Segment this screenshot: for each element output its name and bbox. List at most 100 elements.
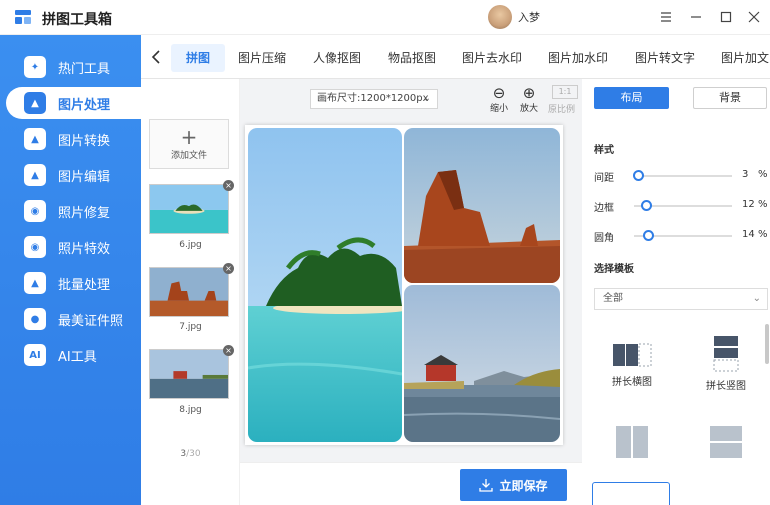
slider-unit: %: [758, 229, 768, 240]
tab-remove-watermark[interactable]: 图片去水印: [462, 49, 522, 66]
remove-file-icon[interactable]: ×: [223, 263, 234, 274]
tab-background[interactable]: 背景: [693, 87, 767, 109]
sidebar-item-label: 图片转换: [58, 133, 111, 149]
slider-knob[interactable]: [633, 170, 645, 181]
template-vertical-long[interactable]: 拼长竖图: [686, 335, 766, 392]
photo-effect-icon: ◉: [24, 236, 46, 258]
sidebar-item-image-process[interactable]: ▲ 图片处理: [6, 87, 141, 119]
sidebar-item-image-edit[interactable]: ▲ 图片编辑: [6, 159, 141, 191]
bottom-bar: 立即保存: [240, 462, 582, 505]
collage-cell-island[interactable]: [248, 128, 402, 442]
slider-knob[interactable]: [641, 200, 653, 211]
user-account[interactable]: 入梦: [488, 5, 540, 29]
template-two-rows-icon: [710, 426, 742, 458]
sidebar-item-photo-effect[interactable]: ◉ 照片特效: [6, 231, 141, 263]
back-icon[interactable]: [149, 49, 163, 65]
border-slider[interactable]: 边框 12 %: [594, 198, 768, 214]
image-edit-icon: ▲: [24, 164, 46, 186]
settings-panel: 布局 背景 样式 间距 3 % 边框 12 % 圆角 14 % 选择模板 全部 …: [582, 79, 770, 505]
zoom-out-button[interactable]: ⊖ 缩小: [486, 85, 512, 114]
canvas-size-value: 画布尺寸:1200*1200px: [317, 93, 429, 104]
sidebar-item-label: 热门工具: [58, 61, 111, 77]
chevron-down-icon: ⌄: [422, 93, 431, 104]
avatar[interactable]: [488, 5, 512, 29]
image-process-icon: ▲: [24, 92, 46, 114]
collage-cell-desert[interactable]: [404, 128, 560, 283]
template-two-columns-icon: [616, 426, 648, 458]
style-section-title: 样式: [594, 145, 614, 156]
template-horizontal-long[interactable]: 拼长横图: [592, 341, 672, 388]
tab-portrait-cutout[interactable]: 人像抠图: [313, 49, 361, 66]
collage-cell-lake-house[interactable]: [404, 285, 560, 442]
canvas-size-select[interactable]: 画布尺寸:1200*1200px ⌄: [310, 89, 438, 109]
tab-add-text[interactable]: 图片加文: [721, 49, 769, 66]
original-ratio-label: 原比例: [548, 105, 576, 115]
slider-track[interactable]: [634, 175, 732, 177]
file-name: 8.jpg: [179, 405, 202, 415]
tool-tabs: 拼图 图片压缩 人像抠图 物品抠图 图片去水印 图片加水印 图片转文字 图片加文: [141, 35, 770, 79]
file-counter: 3/30: [141, 449, 240, 459]
title-bar: 拼图工具箱 入梦: [0, 0, 770, 35]
template-two-rows[interactable]: [686, 425, 766, 463]
menu-icon[interactable]: [656, 7, 676, 27]
file-limit: /30: [186, 449, 201, 459]
sidebar-item-ai[interactable]: AI AI工具: [6, 339, 141, 371]
file-list: + 添加文件 × 6.jpg × 7.jpg × 8.jpg 3/30: [141, 79, 240, 505]
ai-icon: AI: [24, 344, 46, 366]
slider-label: 边框: [594, 203, 614, 214]
slider-value: 14: [742, 229, 755, 240]
sidebar-item-label: 最美证件照: [58, 313, 124, 329]
remove-file-icon[interactable]: ×: [223, 345, 234, 356]
close-icon[interactable]: [744, 7, 764, 27]
app-logo-icon: [14, 8, 32, 26]
zoom-out-label: 缩小: [489, 104, 508, 114]
template-filter-select[interactable]: 全部 ⌄: [594, 288, 768, 310]
canvas-area: 画布尺寸:1200*1200px ⌄ ⊖ 缩小 ⊕ 放大 1:1 原比例: [240, 79, 582, 505]
sidebar-item-hot-tools[interactable]: ✦ 热门工具: [6, 51, 141, 83]
slider-label: 圆角: [594, 233, 614, 244]
file-name: 6.jpg: [179, 240, 202, 250]
photo-repair-icon: ◉: [24, 200, 46, 222]
slider-unit: %: [758, 199, 768, 210]
remove-file-icon[interactable]: ×: [223, 180, 234, 191]
spacing-slider[interactable]: 间距 3 %: [594, 168, 768, 184]
tab-compress[interactable]: 图片压缩: [238, 49, 286, 66]
template-two-columns[interactable]: [592, 425, 672, 463]
chevron-down-icon: ⌄: [752, 293, 761, 304]
id-photo-icon: ●: [24, 308, 46, 330]
template-section-title: 选择模板: [594, 264, 634, 275]
collage-canvas[interactable]: [245, 125, 563, 445]
sidebar-item-label: 图片编辑: [58, 169, 111, 185]
sidebar-item-batch[interactable]: ▲ 批量处理: [6, 267, 141, 299]
save-button[interactable]: 立即保存: [460, 469, 567, 501]
tab-add-watermark[interactable]: 图片加水印: [548, 49, 608, 66]
file-thumbnail[interactable]: [149, 349, 229, 399]
sidebar-item-photo-repair[interactable]: ◉ 照片修复: [6, 195, 141, 227]
original-ratio-button[interactable]: 1:1: [552, 85, 578, 99]
sidebar-item-image-convert[interactable]: ▲ 图片转换: [6, 123, 141, 155]
slider-knob[interactable]: [642, 230, 654, 241]
slider-value: 3: [742, 169, 749, 180]
username[interactable]: 入梦: [518, 9, 540, 25]
add-file-button[interactable]: + 添加文件: [149, 119, 229, 169]
sidebar-item-id-photo[interactable]: ● 最美证件照: [6, 303, 141, 335]
plus-icon: +: [180, 124, 198, 149]
tab-image-to-text[interactable]: 图片转文字: [635, 49, 695, 66]
zoom-in-button[interactable]: ⊕ 放大: [516, 85, 542, 114]
file-thumbnail[interactable]: [149, 267, 229, 317]
minimize-icon[interactable]: [686, 7, 706, 27]
tab-collage[interactable]: 拼图: [186, 49, 210, 66]
slider-label: 间距: [594, 173, 614, 184]
zoom-in-label: 放大: [519, 104, 538, 114]
tab-layout[interactable]: 布局: [594, 87, 669, 109]
hot-tools-icon: ✦: [24, 56, 46, 78]
maximize-icon[interactable]: [716, 7, 736, 27]
slider-value: 12: [742, 199, 755, 210]
sidebar: ✦ 热门工具 ▲ 图片处理 ▲ 图片转换 ▲ 图片编辑 ◉ 照片修复 ◉ 照片特…: [0, 35, 141, 505]
app-title: 拼图工具箱: [42, 12, 112, 28]
tab-object-cutout[interactable]: 物品抠图: [388, 49, 436, 66]
corner-radius-slider[interactable]: 圆角 14 %: [594, 228, 768, 244]
template-selected-outline[interactable]: [592, 482, 670, 505]
template-vertical-icon: [713, 336, 739, 372]
file-thumbnail[interactable]: [149, 184, 229, 234]
